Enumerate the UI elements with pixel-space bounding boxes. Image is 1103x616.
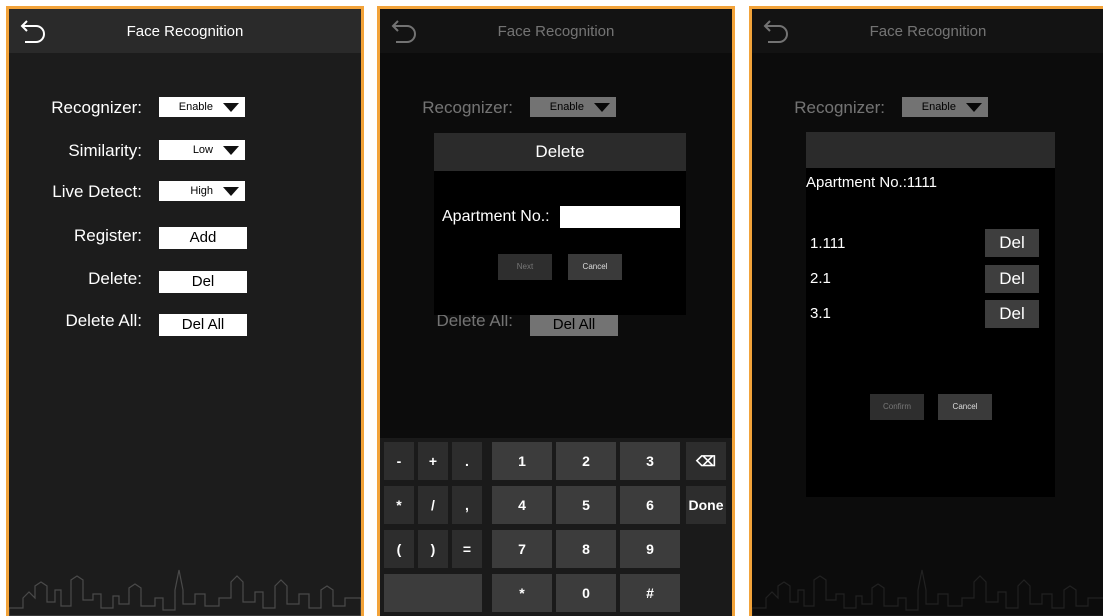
cancel-button[interactable]: Cancel <box>938 394 992 420</box>
del-item-button[interactable]: Del <box>985 229 1039 257</box>
key-digit[interactable]: 1 <box>492 442 552 480</box>
similarity-label: Similarity: <box>68 141 142 160</box>
confirm-button[interactable]: Confirm <box>870 394 924 420</box>
key-symbol[interactable]: / <box>418 486 448 524</box>
key-symbol[interactable]: ) <box>418 530 448 568</box>
key-symbol[interactable]: * <box>492 574 552 612</box>
live-detect-dropdown[interactable]: High <box>159 181 245 201</box>
chevron-down-icon <box>223 103 239 112</box>
apartment-no-label: Apartment No.: <box>442 208 550 225</box>
page-title: Face Recognition <box>126 23 244 40</box>
key-digit[interactable]: 3 <box>620 442 680 480</box>
next-button[interactable]: Next <box>498 254 552 280</box>
recognizer-dropdown[interactable]: Enable <box>159 97 245 117</box>
dialog-title-bar <box>806 132 1055 168</box>
cancel-button[interactable]: Cancel <box>568 254 622 280</box>
del-button[interactable]: Del <box>159 271 247 293</box>
header-bar: Face Recognition <box>9 9 361 53</box>
recognizer-label: Recognizer: <box>51 98 142 117</box>
key-symbol[interactable]: + <box>418 442 448 480</box>
del-item-button[interactable]: Del <box>985 300 1039 328</box>
del-all-button[interactable]: Del All <box>159 314 247 336</box>
live-detect-label: Live Detect: <box>52 182 142 201</box>
key-symbol[interactable]: , <box>452 486 482 524</box>
recognizer-value: Enable <box>178 101 213 113</box>
live-detect-value: High <box>190 185 213 197</box>
similarity-dropdown[interactable]: Low <box>159 140 245 160</box>
key-symbol[interactable]: * <box>384 486 414 524</box>
delete-list-panel: Face Recognition Recognizer: Enable Apar… <box>749 6 1103 616</box>
backspace-key[interactable]: ⌫ <box>686 442 726 480</box>
list-item-label: 1.111 <box>810 235 846 252</box>
list-item-label: 2.1 <box>810 270 831 287</box>
key-digit[interactable]: 4 <box>492 486 552 524</box>
done-key[interactable]: Done <box>686 486 726 524</box>
delete-all-label: Delete All: <box>65 311 142 330</box>
key-digit[interactable]: 6 <box>620 486 680 524</box>
list-item-label: 3.1 <box>810 305 831 322</box>
apartment-no-input[interactable] <box>560 206 680 228</box>
apartment-heading: Apartment No.:1111 <box>806 174 937 191</box>
numeric-keyboard: - +. 1 2 3 ⌫ * /, 4 5 6 Done() = 7 8 9 * 0 # <box>380 438 732 616</box>
chevron-down-icon <box>223 187 239 196</box>
dialog-title: Delete <box>434 133 686 171</box>
key-digit[interactable]: 0 <box>556 574 616 612</box>
add-button[interactable]: Add <box>159 227 247 249</box>
key-symbol[interactable]: ( <box>384 530 414 568</box>
key-symbol[interactable]: - <box>384 442 414 480</box>
key-digit[interactable]: 7 <box>492 530 552 568</box>
register-label: Register: <box>73 226 142 245</box>
key-digit[interactable]: 5 <box>556 486 616 524</box>
key-symbol[interactable]: = <box>452 530 482 568</box>
delete-dialog-panel: Face Recognition Recognizer: Enable Dele… <box>377 6 735 616</box>
key-digit[interactable]: 2 <box>556 442 616 480</box>
delete-label: Delete: <box>88 269 142 288</box>
key-symbol[interactable]: . <box>452 442 482 480</box>
key-blank[interactable] <box>384 574 482 612</box>
skyline-decoration <box>9 546 361 616</box>
key-digit[interactable]: 9 <box>620 530 680 568</box>
settings-panel: Face Recognition Recognizer: Enable Simi… <box>6 6 364 616</box>
delete-dialog: Delete Apartment No.: Next Cancel <box>434 133 686 315</box>
del-item-button[interactable]: Del <box>985 265 1039 293</box>
chevron-down-icon <box>223 146 239 155</box>
key-symbol[interactable]: # <box>620 574 680 612</box>
similarity-value: Low <box>192 144 213 156</box>
delete-list-dialog: Apartment No.:1111 1.111 Del 2.1 Del 3.1… <box>806 132 1055 497</box>
key-digit[interactable]: 8 <box>556 530 616 568</box>
